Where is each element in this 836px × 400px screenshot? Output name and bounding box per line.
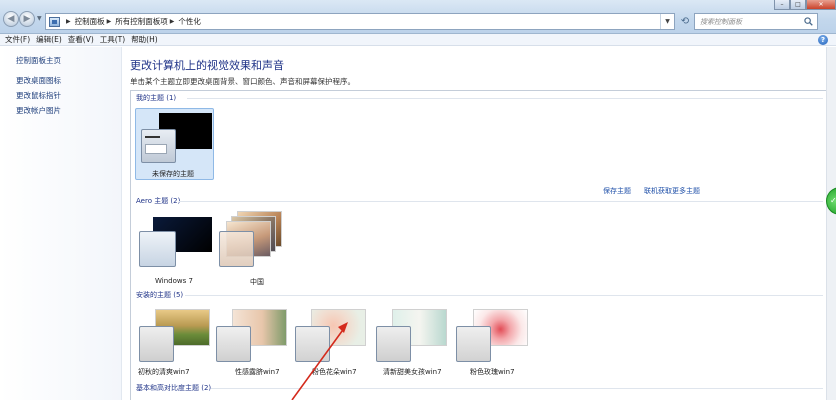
menu-file[interactable]: 文件(F) <box>5 34 30 45</box>
theme-label: 初秋的清爽win7 <box>138 368 190 376</box>
sidebar-item-change-desktop-icons[interactable]: 更改桌面图标 <box>16 75 61 86</box>
section-header-basic-themes: 基本和高对比度主题 (2) <box>136 384 212 392</box>
window-color-swatch <box>139 326 174 362</box>
theme-sweet-girl[interactable]: 清新甜美女孩win7 <box>371 301 461 379</box>
theme-autumn[interactable]: 初秋的清爽win7 <box>131 301 211 379</box>
theme-pink-flower[interactable]: 粉色花朵win7 <box>291 301 371 379</box>
window-color-swatch <box>141 129 176 163</box>
theme-sexy[interactable]: 性感露脐win7 <box>211 301 291 379</box>
left-task-pane: 控制面板主页 更改桌面图标 更改鼠标指针 更改帐户图片 <box>0 47 122 400</box>
sidebar-item-control-panel-home[interactable]: 控制面板主页 <box>16 55 61 66</box>
control-panel-icon <box>49 16 60 27</box>
theme-label: 粉色花朵win7 <box>312 368 357 376</box>
breadcrumb-personalization[interactable]: 个性化 <box>178 16 201 27</box>
menu-help[interactable]: 帮助(H) <box>131 34 158 45</box>
section-header-aero-themes: Aero 主题 (2) <box>136 197 181 205</box>
menu-view[interactable]: 查看(V) <box>68 34 94 45</box>
chevron-right-icon[interactable]: ▶ <box>66 18 71 25</box>
theme-label: 性感露脐win7 <box>235 368 280 376</box>
minimize-button[interactable]: – <box>774 0 790 10</box>
theme-pink-rose[interactable]: 粉色玫瑰win7 <box>451 301 531 379</box>
sidebar-item-change-mouse-pointers[interactable]: 更改鼠标指针 <box>16 90 61 101</box>
theme-list: 我的主题 (1) 未保存的主题 保存主题 联机获取更多主题 Aero 主题 (2… <box>130 90 828 400</box>
help-icon[interactable]: ? <box>818 35 828 45</box>
theme-unsaved[interactable]: 未保存的主题 <box>131 91 221 183</box>
address-bar[interactable]: ▶ 控制面板 ▶ 所有控制面板项 ▶ 个性化 ▼ <box>45 13 675 30</box>
address-dropdown-icon[interactable]: ▼ <box>660 14 674 29</box>
window-color-swatch <box>295 326 330 362</box>
get-more-themes-link[interactable]: 联机获取更多主题 <box>644 186 700 196</box>
forward-button[interactable]: ▶ <box>19 11 35 27</box>
page-description: 单击某个主题立即更改桌面背景、窗口颜色、声音和屏幕保护程序。 <box>130 77 355 86</box>
sidebar-item-change-account-picture[interactable]: 更改帐户图片 <box>16 105 61 116</box>
theme-label: 未保存的主题 <box>152 170 194 178</box>
theme-label: Windows 7 <box>155 277 193 285</box>
theme-label: 中国 <box>250 278 264 286</box>
search-input[interactable] <box>700 15 804 28</box>
window-color-swatch <box>219 231 254 267</box>
close-button[interactable]: ✕ <box>806 0 836 10</box>
save-theme-link[interactable]: 保存主题 <box>603 186 631 196</box>
menu-edit[interactable]: 编辑(E) <box>36 34 62 45</box>
section-divider <box>187 98 823 99</box>
maximize-button[interactable]: □ <box>790 0 806 10</box>
main-content: 更改计算机上的视觉效果和声音 单击某个主题立即更改桌面背景、窗口颜色、声音和屏幕… <box>122 47 836 400</box>
section-header-installed-themes: 安装的主题 (5) <box>136 291 184 299</box>
search-box[interactable] <box>694 13 818 30</box>
back-button[interactable]: ◀ <box>3 11 19 27</box>
title-bar: ◀ ▶ ▼ ▶ 控制面板 ▶ 所有控制面板项 ▶ 个性化 ▼ ⟲ – □ ✕ <box>0 0 836 34</box>
theme-windows-7[interactable]: Windows 7 <box>131 206 221 285</box>
refresh-icon[interactable]: ⟲ <box>678 13 692 30</box>
theme-china[interactable]: 中国 <box>213 206 303 286</box>
window-color-swatch <box>376 326 411 362</box>
window-controls: – □ ✕ <box>774 0 836 10</box>
recent-pages-dropdown[interactable]: ▼ <box>37 14 45 24</box>
window-color-swatch <box>456 326 491 362</box>
theme-label: 粉色玫瑰win7 <box>470 368 515 376</box>
vertical-scrollbar[interactable] <box>826 47 836 400</box>
chevron-right-icon[interactable]: ▶ <box>107 18 112 25</box>
section-divider <box>211 388 823 389</box>
window-color-swatch <box>139 231 176 267</box>
breadcrumb-all-items[interactable]: 所有控制面板项 <box>115 16 168 27</box>
chevron-right-icon[interactable]: ▶ <box>170 18 175 25</box>
page-title: 更改计算机上的视觉效果和声音 <box>130 59 284 72</box>
search-icon[interactable] <box>804 17 813 26</box>
theme-label: 清新甜美女孩win7 <box>383 368 442 376</box>
menu-tools[interactable]: 工具(T) <box>100 34 125 45</box>
menu-bar: 文件(F) 编辑(E) 查看(V) 工具(T) 帮助(H) ? <box>0 34 836 46</box>
section-divider <box>179 201 823 202</box>
section-divider <box>185 295 823 296</box>
window-color-swatch <box>216 326 251 362</box>
breadcrumb-control-panel[interactable]: 控制面板 <box>75 16 105 27</box>
